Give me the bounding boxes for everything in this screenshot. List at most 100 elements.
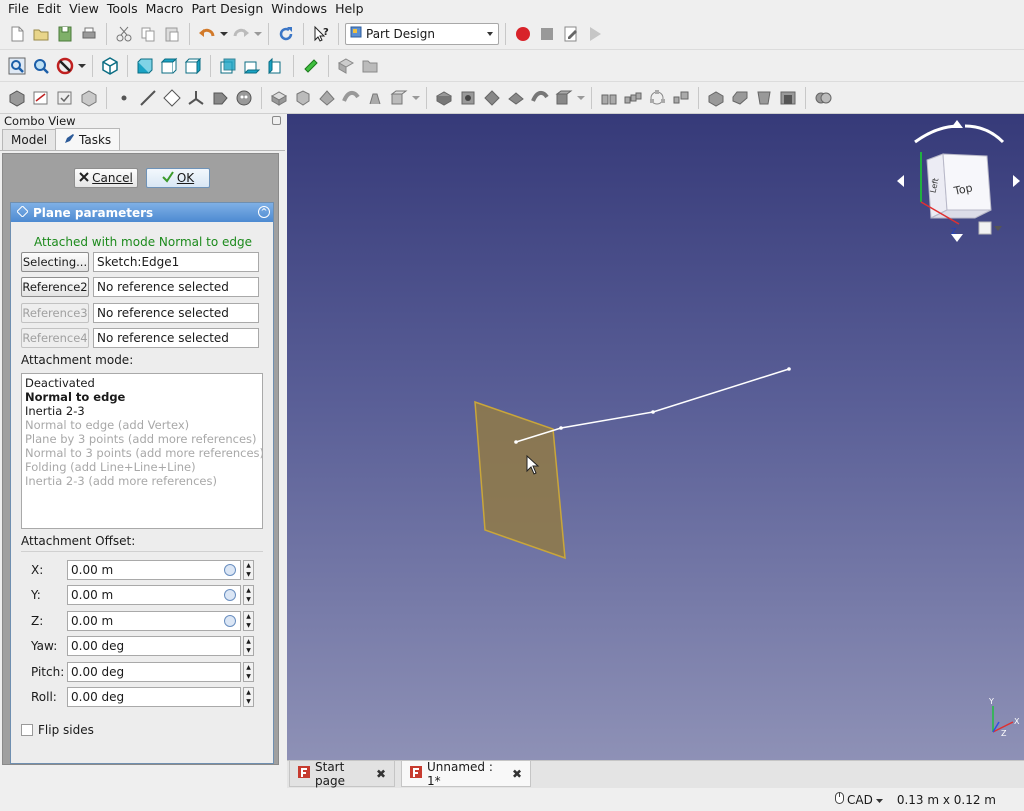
cut-icon[interactable] <box>113 23 135 45</box>
draw-style-icon[interactable] <box>54 55 76 77</box>
offset-yaw-spinner[interactable]: ▲ ▼ <box>243 636 254 656</box>
mode-item-normal-to-edge-add-vertex[interactable]: Normal to edge (add Vertex) <box>25 418 259 432</box>
revolution-icon[interactable] <box>292 87 314 109</box>
undo-icon[interactable] <box>196 23 218 45</box>
mode-item-folding[interactable]: Folding (add Line+Line+Line) <box>25 460 259 474</box>
linear-pattern-icon[interactable] <box>622 87 644 109</box>
mode-item-normal-to-3-points[interactable]: Normal to 3 points (add more references) <box>25 446 264 460</box>
reference3-button[interactable]: Reference3 <box>21 303 89 323</box>
menu-file[interactable]: File <box>4 0 33 18</box>
paste-icon[interactable] <box>161 23 183 45</box>
open-document-icon[interactable] <box>30 23 52 45</box>
menu-tools[interactable]: Tools <box>103 0 142 18</box>
tab-model[interactable]: Model <box>2 129 57 150</box>
view-top-icon[interactable] <box>158 55 180 77</box>
print-icon[interactable] <box>78 23 100 45</box>
menu-view[interactable]: View <box>65 0 103 18</box>
fit-selection-icon[interactable] <box>30 55 52 77</box>
navigation-style-selector[interactable]: CAD <box>834 792 883 807</box>
additive-loft-icon[interactable] <box>316 87 338 109</box>
expression-icon[interactable] <box>224 615 236 627</box>
collapse-icon[interactable]: ^ <box>258 206 270 218</box>
menu-macro[interactable]: Macro <box>142 0 188 18</box>
view-front-icon[interactable] <box>134 55 156 77</box>
fit-all-icon[interactable] <box>6 55 28 77</box>
whats-this-icon[interactable]: ? <box>310 23 332 45</box>
reference4-button[interactable]: Reference4 <box>21 328 89 348</box>
fillet-icon[interactable] <box>705 87 727 109</box>
navigation-cube[interactable]: Top Left Z <box>897 120 1020 242</box>
view-bottom-icon[interactable] <box>241 55 263 77</box>
subtractive-primitive-icon[interactable] <box>553 87 575 109</box>
create-part-icon[interactable] <box>335 55 357 77</box>
plane-parameters-header[interactable]: Plane parameters ^ <box>11 203 273 222</box>
close-icon[interactable]: ✖ <box>512 767 522 781</box>
close-icon[interactable]: ✖ <box>376 767 386 781</box>
additive-primitive-dropdown-icon[interactable] <box>412 87 420 109</box>
mode-item-deactivated[interactable]: Deactivated <box>25 376 259 390</box>
pad-icon[interactable] <box>268 87 290 109</box>
offset-x-field[interactable]: 0.00 m <box>67 560 241 580</box>
mode-item-plane-by-3-points[interactable]: Plane by 3 points (add more references) <box>25 432 259 446</box>
polar-pattern-icon[interactable] <box>646 87 668 109</box>
expression-icon[interactable] <box>224 589 236 601</box>
create-group-icon[interactable] <box>359 55 381 77</box>
undo-dropdown-icon[interactable] <box>220 23 228 45</box>
save-document-icon[interactable] <box>54 23 76 45</box>
pocket-icon[interactable] <box>433 87 455 109</box>
redo-icon[interactable] <box>230 23 252 45</box>
tab-start-page[interactable]: Start page ✖ <box>289 760 395 788</box>
offset-pitch-field[interactable]: 0.00 deg <box>67 662 241 682</box>
boolean-icon[interactable] <box>812 87 834 109</box>
offset-yaw-field[interactable]: 0.00 deg <box>67 636 241 656</box>
menu-help[interactable]: Help <box>331 0 368 18</box>
hole-icon[interactable] <box>457 87 479 109</box>
new-document-icon[interactable] <box>6 23 28 45</box>
mode-item-inertia-2-3-add-more[interactable]: Inertia 2-3 (add more references) <box>25 474 259 488</box>
offset-pitch-spinner[interactable]: ▲ ▼ <box>243 662 254 682</box>
additive-helix-icon[interactable] <box>364 87 386 109</box>
reference1-button[interactable]: Selecting... <box>21 252 89 272</box>
subshape-binder-icon[interactable] <box>233 87 255 109</box>
cancel-button[interactable]: Cancel <box>74 168 138 188</box>
view-left-icon[interactable] <box>265 55 287 77</box>
groove-icon[interactable] <box>481 87 503 109</box>
undock-icon[interactable] <box>272 116 281 125</box>
copy-icon[interactable] <box>137 23 159 45</box>
measure-distance-icon[interactable] <box>300 55 322 77</box>
mode-item-inertia-2-3[interactable]: Inertia 2-3 <box>25 404 259 418</box>
thickness-icon[interactable] <box>777 87 799 109</box>
offset-x-spinner[interactable]: ▲ ▼ <box>243 560 254 580</box>
expression-icon[interactable] <box>224 564 236 576</box>
offset-roll-spinner[interactable]: ▲ ▼ <box>243 687 254 707</box>
offset-y-field[interactable]: 0.00 m <box>67 585 241 605</box>
view-isometric-icon[interactable] <box>99 55 121 77</box>
draft-icon[interactable] <box>753 87 775 109</box>
subtractive-primitive-dropdown-icon[interactable] <box>577 87 585 109</box>
offset-z-field[interactable]: 0.00 m <box>67 611 241 631</box>
draw-style-dropdown-icon[interactable] <box>78 55 86 77</box>
mode-item-normal-to-edge[interactable]: Normal to edge <box>25 390 259 404</box>
menu-edit[interactable]: Edit <box>33 0 65 18</box>
3d-viewport[interactable]: Top Left Z Y X Z <box>287 114 1024 760</box>
multitransform-icon[interactable] <box>670 87 692 109</box>
datum-plane-icon[interactable] <box>161 87 183 109</box>
workbench-selector[interactable]: Part Design <box>345 22 499 45</box>
local-coordinate-system-icon[interactable] <box>185 87 207 109</box>
menu-part-design[interactable]: Part Design <box>187 0 267 18</box>
macro-edit-icon[interactable] <box>560 23 582 45</box>
subtractive-loft-icon[interactable] <box>505 87 527 109</box>
additive-pipe-icon[interactable] <box>340 87 362 109</box>
macro-record-icon[interactable] <box>512 23 534 45</box>
ok-button[interactable]: OK <box>146 168 210 188</box>
macro-stop-icon[interactable] <box>536 23 558 45</box>
offset-y-spinner[interactable]: ▲ ▼ <box>243 585 254 605</box>
reference2-field[interactable]: No reference selected <box>93 277 259 297</box>
subtractive-pipe-icon[interactable] <box>529 87 551 109</box>
datum-point-icon[interactable] <box>113 87 135 109</box>
offset-z-spinner[interactable]: ▲ ▼ <box>243 611 254 631</box>
reference4-field[interactable]: No reference selected <box>93 328 259 348</box>
chamfer-icon[interactable] <box>729 87 751 109</box>
create-sketch-icon[interactable] <box>30 87 52 109</box>
reference2-button[interactable]: Reference2 <box>21 277 89 297</box>
